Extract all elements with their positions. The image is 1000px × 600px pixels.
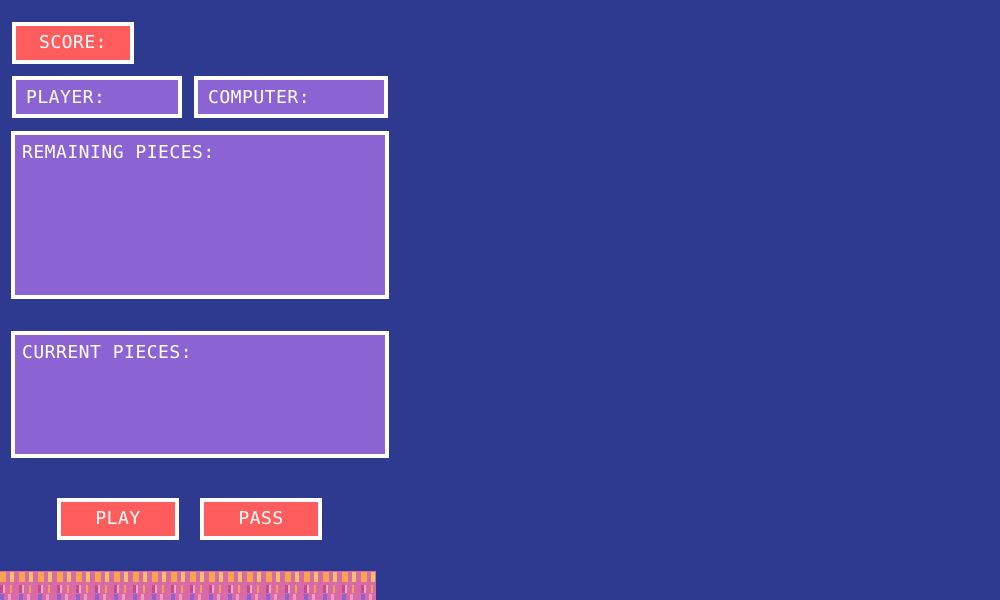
current-pieces-label: CURRENT PIECES: <box>22 342 193 363</box>
computer-panel: COMPUTER: <box>194 76 388 118</box>
current-pieces-panel: CURRENT PIECES: <box>11 331 389 458</box>
play-button-label: PLAY <box>95 508 141 529</box>
score-panel: SCORE: <box>12 22 134 64</box>
player-panel: PLAYER: <box>12 76 182 118</box>
tiled-ground-strip <box>0 571 376 600</box>
score-label: SCORE: <box>38 32 108 53</box>
player-label: PLAYER: <box>26 87 106 108</box>
pass-button-label: PASS <box>238 508 284 529</box>
remaining-pieces-label: REMAINING PIECES: <box>22 142 215 163</box>
play-button[interactable]: PLAY <box>57 498 179 540</box>
remaining-pieces-panel: REMAINING PIECES: <box>11 131 389 299</box>
computer-label: COMPUTER: <box>208 87 311 108</box>
pass-button[interactable]: PASS <box>200 498 322 540</box>
